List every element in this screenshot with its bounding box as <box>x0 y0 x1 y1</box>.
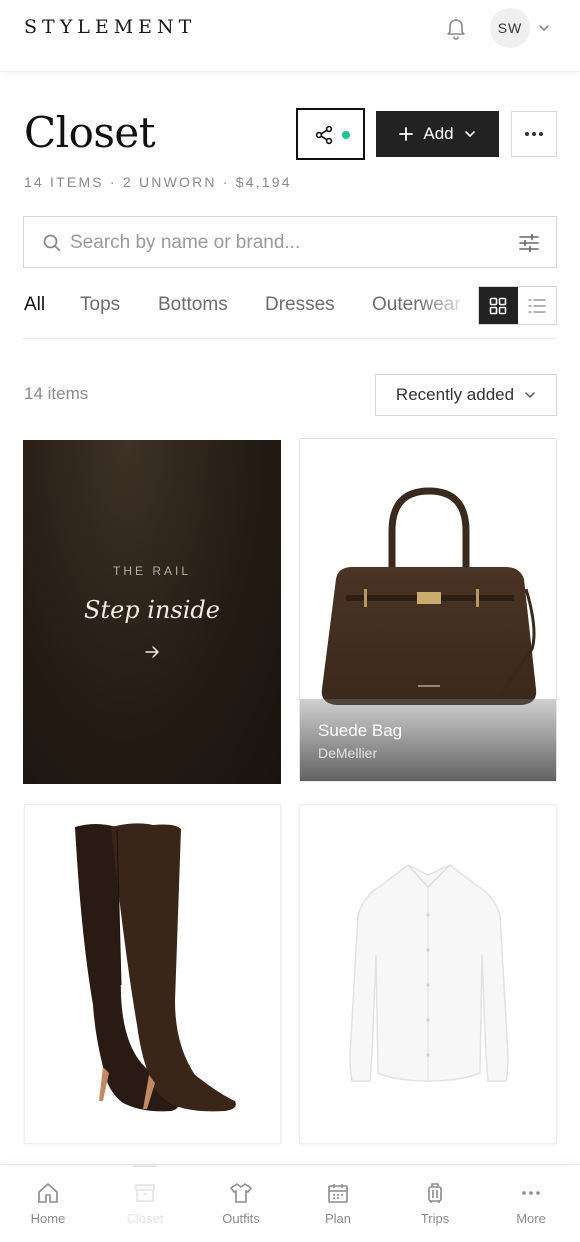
chevron-down-icon <box>464 131 475 138</box>
closet-stats: 14 ITEMS · 2 UNWORN · $4,194 <box>24 174 292 190</box>
search-bar <box>23 216 557 268</box>
more-icon <box>522 1191 540 1195</box>
item-brand: DeMellier <box>318 745 378 761</box>
more-horizontal-icon <box>525 132 543 136</box>
nav-more[interactable]: More <box>491 1181 571 1226</box>
notifications-bell-icon[interactable] <box>442 14 470 42</box>
nav-label: Closet <box>126 1211 164 1226</box>
search-input[interactable] <box>70 229 490 257</box>
grid-view-button[interactable] <box>479 287 518 324</box>
page-title: Closet <box>24 108 156 157</box>
knee-boots-image <box>75 823 236 1112</box>
tab-tops[interactable]: Tops <box>80 294 120 316</box>
more-options-button[interactable] <box>511 111 557 157</box>
category-tabs: All Tops Bottoms Dresses Outerwear <box>0 286 470 338</box>
user-avatar[interactable]: SW <box>490 8 530 48</box>
nav-label: Outfits <box>222 1211 260 1226</box>
add-button-label: Add <box>423 124 454 143</box>
active-tab-indicator <box>133 1164 157 1167</box>
tab-all[interactable]: All <box>24 294 45 316</box>
plus-icon <box>399 127 414 141</box>
tabs-divider <box>23 338 557 339</box>
item-name: Suede Bag <box>318 721 403 740</box>
account-chevron-down-icon[interactable] <box>536 20 552 36</box>
closet-item-card[interactable]: Suede Bag DeMellier <box>299 438 557 782</box>
tabs-fade <box>420 286 470 338</box>
filter-sliders-icon[interactable] <box>518 232 540 259</box>
nav-home[interactable]: Home <box>8 1181 88 1226</box>
nav-outfits[interactable]: Outfits <box>201 1181 281 1226</box>
nav-label: Trips <box>420 1211 450 1226</box>
app-logo[interactable]: STYLEMENT <box>24 16 196 38</box>
nav-label: Plan <box>324 1211 352 1226</box>
white-shirt-image <box>349 864 509 1082</box>
list-icon <box>528 298 546 313</box>
nav-label: More <box>516 1211 546 1226</box>
chevron-down-icon <box>525 392 535 399</box>
nav-closet[interactable]: Closet <box>105 1181 185 1226</box>
home-icon <box>38 1183 58 1203</box>
search-icon <box>42 233 62 258</box>
share-button[interactable] <box>296 108 365 160</box>
share-status-dot <box>342 131 350 139</box>
shirt-icon <box>230 1183 252 1203</box>
list-view-button[interactable] <box>518 287 557 324</box>
add-item-button[interactable]: Add <box>376 111 499 157</box>
view-toggle <box>478 286 557 325</box>
closet-item-card[interactable] <box>24 804 281 1144</box>
sort-dropdown[interactable]: Recently added <box>375 374 557 416</box>
promo-eyebrow: THE RAIL <box>112 564 191 578</box>
arrow-right-icon <box>144 644 160 665</box>
promo-title: Step inside <box>84 596 220 624</box>
closet-item-card[interactable] <box>299 804 557 1144</box>
sort-label: Recently added <box>395 385 515 404</box>
item-count: 14 items <box>24 384 89 403</box>
share-icon <box>315 125 333 145</box>
calendar-icon <box>328 1184 348 1203</box>
nav-trips[interactable]: Trips <box>395 1181 475 1226</box>
top-bar: STYLEMENT SW <box>0 0 580 72</box>
the-rail-promo-card[interactable]: THE RAIL Step inside <box>23 440 281 784</box>
suitcase-icon <box>428 1183 442 1203</box>
closet-icon <box>135 1184 155 1202</box>
tab-bottoms[interactable]: Bottoms <box>158 294 228 316</box>
nav-plan[interactable]: Plan <box>298 1181 378 1226</box>
bottom-navigation: Home Closet Outfits Plan Trips More <box>0 1164 580 1242</box>
grid-icon <box>489 297 507 314</box>
nav-label: Home <box>30 1211 66 1226</box>
tab-dresses[interactable]: Dresses <box>265 294 335 316</box>
